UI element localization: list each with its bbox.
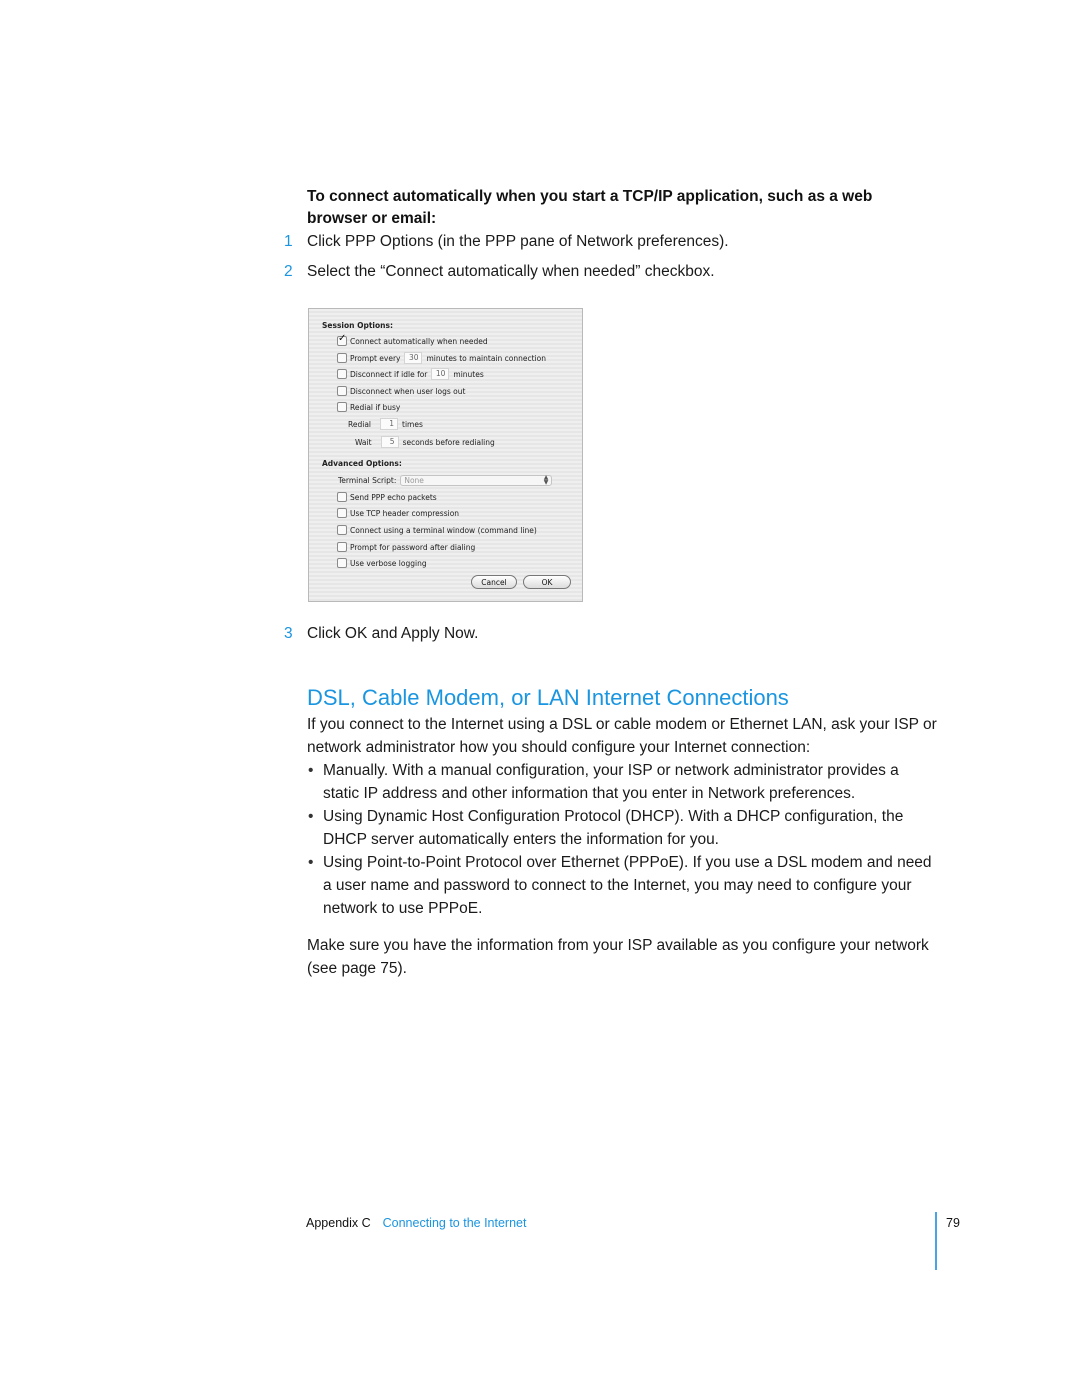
checkbox-checked-icon[interactable] <box>337 333 347 346</box>
option-label-suffix: minutes <box>453 369 484 379</box>
ppp-options-dialog: Session Options: Connect automatically w… <box>308 308 583 602</box>
option-label: Redial if busy <box>350 402 401 412</box>
section-title: DSL, Cable Modem, or LAN Internet Connec… <box>307 685 789 710</box>
option-label: Disconnect when user logs out <box>350 386 466 396</box>
redial-times-row: Redial 1 times <box>348 418 423 430</box>
checkbox-icon[interactable] <box>337 402 347 412</box>
cancel-button[interactable]: Cancel <box>471 575 517 589</box>
terminal-script-select[interactable]: None ▲ ▼ <box>400 474 553 486</box>
option-label: Prompt every <box>350 353 401 363</box>
terminal-script-value: None <box>404 475 424 485</box>
terminal-script-row: Terminal Script: None ▲ ▼ <box>338 474 553 486</box>
redial-times-field[interactable]: 1 <box>380 418 399 430</box>
step-3: 3 Click OK and Apply Now. <box>284 623 478 645</box>
wait-label: Wait <box>355 437 372 447</box>
checkbox-icon[interactable] <box>337 353 347 363</box>
footer-chapter-title: Connecting to the Internet <box>382 1216 527 1230</box>
option-label: Connect automatically when needed <box>350 336 488 346</box>
checkbox-icon[interactable] <box>337 508 347 518</box>
footer-divider <box>935 1212 937 1270</box>
step-2: 2 Select the “Connect automatically when … <box>284 261 715 283</box>
list-item: Manually. With a manual configuration, y… <box>307 759 937 805</box>
disconnect-idle-option[interactable]: Disconnect if idle for 10 minutes <box>337 368 484 380</box>
disconnect-logout-option[interactable]: Disconnect when user logs out <box>337 385 465 397</box>
option-label: Use verbose logging <box>350 558 427 568</box>
option-label-suffix: minutes to maintain connection <box>426 353 546 363</box>
wait-seconds-field[interactable]: 5 <box>380 436 399 448</box>
page-number: 79 <box>946 1216 960 1230</box>
tcp-compression-option[interactable]: Use TCP header compression <box>337 507 459 519</box>
step-text: Click PPP Options (in the PPP pane of Ne… <box>307 233 729 250</box>
connect-automatically-option[interactable]: Connect automatically when needed <box>337 333 488 347</box>
section-intro: If you connect to the Internet using a D… <box>307 716 937 756</box>
redial-suffix: times <box>402 419 423 429</box>
step-number: 3 <box>284 625 293 642</box>
instruction-lead: To connect automatically when you start … <box>307 188 873 227</box>
wait-seconds-row: Wait 5 seconds before redialing <box>355 436 495 448</box>
redial-label: Redial <box>348 419 372 429</box>
terminal-script-label: Terminal Script: <box>338 475 397 485</box>
list-item: Using Point-to-Point Protocol over Ether… <box>307 851 937 920</box>
redial-busy-option[interactable]: Redial if busy <box>337 401 400 413</box>
checkbox-icon[interactable] <box>337 558 347 568</box>
step-number: 1 <box>284 233 293 250</box>
option-label: Use TCP header compression <box>350 508 460 518</box>
option-label: Disconnect if idle for <box>350 369 428 379</box>
step-text: Click OK and Apply Now. <box>307 625 479 642</box>
prompt-minutes-field[interactable]: 30 <box>404 352 423 364</box>
option-label: Send PPP echo packets <box>350 492 437 502</box>
closing-paragraph: Make sure you have the information from … <box>307 937 929 977</box>
list-item: Using Dynamic Host Configuration Protoco… <box>307 805 937 851</box>
checkbox-icon[interactable] <box>337 492 347 502</box>
ok-button[interactable]: OK <box>523 575 571 589</box>
idle-minutes-field[interactable]: 10 <box>431 368 450 380</box>
footer-breadcrumb: Appendix C Connecting to the Internet <box>306 1214 526 1232</box>
updown-arrows-icon: ▲ ▼ <box>543 474 549 486</box>
step-1: 1 Click PPP Options (in the PPP pane of N… <box>284 231 729 253</box>
footer-chapter: Appendix C <box>306 1216 371 1230</box>
prompt-every-option[interactable]: Prompt every 30 minutes to maintain conn… <box>337 352 546 364</box>
checkbox-icon[interactable] <box>337 525 347 535</box>
connection-methods-list: Manually. With a manual configuration, y… <box>307 759 937 920</box>
step-text: Select the “Connect automatically when n… <box>307 263 715 280</box>
option-label: Connect using a terminal window (command… <box>350 525 537 535</box>
send-echo-option[interactable]: Send PPP echo packets <box>337 491 437 503</box>
step-number: 2 <box>284 263 293 280</box>
terminal-window-option[interactable]: Connect using a terminal window (command… <box>337 524 537 536</box>
option-label: Prompt for password after dialing <box>350 542 476 552</box>
checkbox-icon[interactable] <box>337 542 347 552</box>
advanced-options-heading: Advanced Options: <box>322 459 402 468</box>
wait-suffix: seconds before redialing <box>402 437 495 447</box>
prompt-password-option[interactable]: Prompt for password after dialing <box>337 541 475 553</box>
checkbox-icon[interactable] <box>337 386 347 396</box>
session-options-heading: Session Options: <box>322 321 393 330</box>
checkbox-icon[interactable] <box>337 369 347 379</box>
verbose-logging-option[interactable]: Use verbose logging <box>337 557 427 569</box>
